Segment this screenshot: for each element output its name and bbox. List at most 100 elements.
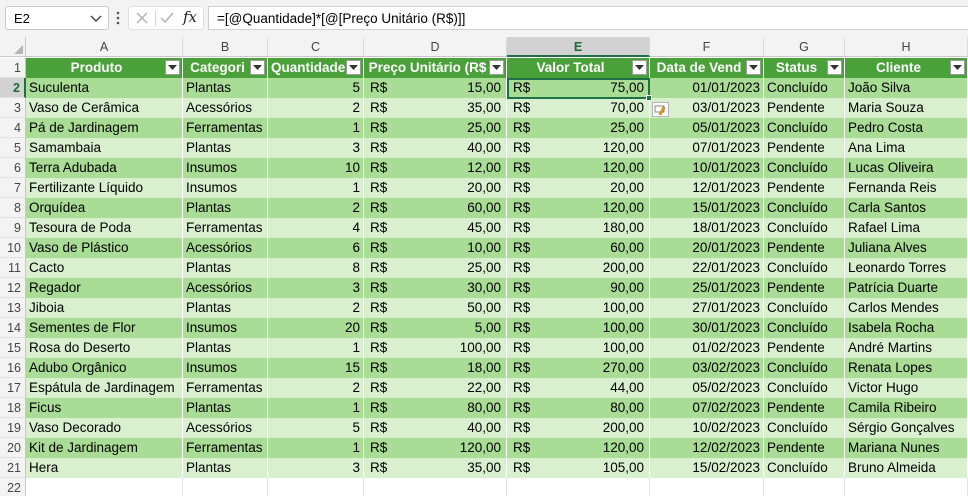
cell[interactable]: Plantas: [183, 138, 268, 158]
cell[interactable]: André Martins: [845, 338, 968, 358]
cell[interactable]: R$ 100,00: [507, 338, 650, 358]
cell[interactable]: R$ 20,00: [507, 178, 650, 198]
cell[interactable]: Plantas: [183, 298, 268, 318]
cell[interactable]: 2: [268, 198, 364, 218]
cell[interactable]: [26, 478, 183, 496]
cell[interactable]: 07/01/2023: [650, 138, 764, 158]
filter-dropdown-icon[interactable]: [489, 60, 504, 75]
cell[interactable]: Adubo Orgânico: [26, 358, 183, 378]
row-header-5[interactable]: 5: [0, 138, 26, 158]
cell[interactable]: [268, 478, 364, 496]
cell[interactable]: Concluído: [764, 358, 845, 378]
row-header-15[interactable]: 15: [0, 338, 26, 358]
cell[interactable]: Acessórios: [183, 98, 268, 118]
cell[interactable]: 05/02/2023: [650, 378, 764, 398]
cell[interactable]: 03/02/2023: [650, 358, 764, 378]
row-header-3[interactable]: 3: [0, 98, 26, 118]
cell[interactable]: Patrícia Duarte: [845, 278, 968, 298]
cell[interactable]: R$ 12,00: [364, 158, 507, 178]
header-cell[interactable]: Categori: [183, 58, 268, 78]
cell[interactable]: R$ 270,00: [507, 358, 650, 378]
filter-dropdown-icon[interactable]: [950, 60, 965, 75]
cell[interactable]: R$ 105,00: [507, 458, 650, 478]
header-cell[interactable]: Status: [764, 58, 845, 78]
filter-dropdown-icon[interactable]: [827, 60, 842, 75]
cell[interactable]: 2: [268, 298, 364, 318]
row-header-13[interactable]: 13: [0, 298, 26, 318]
cell[interactable]: 20: [268, 318, 364, 338]
cell[interactable]: Rafael Lima: [845, 218, 968, 238]
header-cell[interactable]: Preço Unitário (R$: [364, 58, 507, 78]
cell[interactable]: 1: [268, 398, 364, 418]
cell[interactable]: R$ 5,00: [364, 318, 507, 338]
cell[interactable]: 07/02/2023: [650, 398, 764, 418]
cell[interactable]: Plantas: [183, 458, 268, 478]
filter-dropdown-icon[interactable]: [346, 60, 361, 75]
cell[interactable]: 12/02/2023: [650, 438, 764, 458]
cell[interactable]: Lucas Oliveira: [845, 158, 968, 178]
cell[interactable]: 1: [268, 178, 364, 198]
row-header-20[interactable]: 20: [0, 438, 26, 458]
cell[interactable]: R$ 70,00: [507, 98, 650, 118]
cell[interactable]: R$ 15,00: [364, 78, 507, 98]
cell[interactable]: Carla Santos: [845, 198, 968, 218]
cell[interactable]: 15/01/2023: [650, 198, 764, 218]
cell[interactable]: Plantas: [183, 198, 268, 218]
cell[interactable]: 2: [268, 98, 364, 118]
cell[interactable]: R$ 10,00: [364, 238, 507, 258]
cell[interactable]: R$ 90,00: [507, 278, 650, 298]
cell[interactable]: Pendente: [764, 98, 845, 118]
cell[interactable]: [507, 478, 650, 496]
cell[interactable]: Suculenta: [26, 78, 183, 98]
cell[interactable]: Ferramentas: [183, 378, 268, 398]
header-cell[interactable]: Valor Total: [507, 58, 650, 78]
cell[interactable]: Vaso Decorado: [26, 418, 183, 438]
cell[interactable]: R$ 120,00: [507, 438, 650, 458]
cell[interactable]: [364, 478, 507, 496]
cell[interactable]: R$ 25,00: [364, 258, 507, 278]
row-header-12[interactable]: 12: [0, 278, 26, 298]
cell[interactable]: 5: [268, 78, 364, 98]
cell[interactable]: R$ 180,00: [507, 218, 650, 238]
cell[interactable]: Ferramentas: [183, 218, 268, 238]
cell[interactable]: R$ 22,00: [364, 378, 507, 398]
column-header-a[interactable]: A: [26, 37, 183, 57]
cell[interactable]: R$ 35,00: [364, 98, 507, 118]
cancel-x-icon[interactable]: [135, 11, 149, 25]
cell[interactable]: R$ 45,00: [364, 218, 507, 238]
cell[interactable]: Plantas: [183, 78, 268, 98]
cell[interactable]: R$ 120,00: [507, 198, 650, 218]
cell[interactable]: R$ 100,00: [364, 338, 507, 358]
row-header-14[interactable]: 14: [0, 318, 26, 338]
column-header-b[interactable]: B: [183, 37, 268, 57]
cell[interactable]: [650, 478, 764, 496]
cell[interactable]: Pendente: [764, 238, 845, 258]
cell[interactable]: Isabela Rocha: [845, 318, 968, 338]
cell[interactable]: Maria Souza: [845, 98, 968, 118]
cell[interactable]: R$ 40,00: [364, 418, 507, 438]
cell[interactable]: 2: [268, 378, 364, 398]
cell[interactable]: [183, 478, 268, 496]
cell[interactable]: R$ 18,00: [364, 358, 507, 378]
cell[interactable]: Concluído: [764, 458, 845, 478]
cell[interactable]: R$ 25,00: [507, 118, 650, 138]
cell[interactable]: R$ 75,00: [507, 78, 650, 98]
fx-icon[interactable]: fx: [183, 8, 197, 26]
cell[interactable]: R$ 80,00: [364, 398, 507, 418]
filter-dropdown-icon[interactable]: [746, 60, 761, 75]
cell[interactable]: João Silva: [845, 78, 968, 98]
column-header-c[interactable]: C: [268, 37, 364, 57]
cell[interactable]: Pendente: [764, 278, 845, 298]
cell[interactable]: R$ 120,00: [507, 158, 650, 178]
cell[interactable]: 15/02/2023: [650, 458, 764, 478]
cell[interactable]: Insumos: [183, 318, 268, 338]
cell[interactable]: R$ 40,00: [364, 138, 507, 158]
cell[interactable]: 10: [268, 158, 364, 178]
cell[interactable]: 01/01/2023: [650, 78, 764, 98]
column-header-f[interactable]: F: [650, 37, 764, 57]
cell[interactable]: Bruno Almeida: [845, 458, 968, 478]
row-header-7[interactable]: 7: [0, 178, 26, 198]
cell[interactable]: Insumos: [183, 358, 268, 378]
row-header-6[interactable]: 6: [0, 158, 26, 178]
cell[interactable]: R$ 25,00: [364, 118, 507, 138]
